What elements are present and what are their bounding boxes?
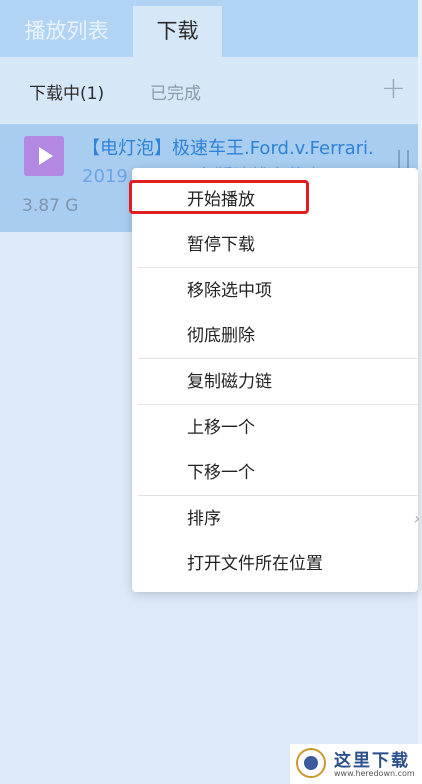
menu-item-pause-download[interactable]: 暂停下载 <box>132 223 418 267</box>
chevron-right-icon: › <box>413 509 420 528</box>
highlight-box <box>129 180 309 214</box>
menu-separator <box>138 267 418 268</box>
play-icon[interactable] <box>24 136 64 176</box>
item-size: 3.87 G <box>22 196 79 216</box>
subtab-downloading[interactable]: 下载中(1) <box>29 79 104 104</box>
watermark: 这里下载 www.heredown.com <box>290 744 422 784</box>
menu-item-move-down[interactable]: 下移一个 <box>132 451 418 495</box>
menu-item-copy-magnet[interactable]: 复制磁力链 <box>132 360 418 404</box>
menu-item-delete-completely[interactable]: 彻底删除 <box>132 314 418 358</box>
menu-item-open-folder[interactable]: 打开文件所在位置 <box>132 542 418 586</box>
download-subtabs: 下载中(1) 已完成 + <box>0 57 418 123</box>
watermark-url: www.heredown.com <box>334 769 415 778</box>
menu-separator <box>138 358 418 359</box>
subtab-completed[interactable]: 已完成 <box>150 79 201 104</box>
menu-item-move-up[interactable]: 上移一个 <box>132 406 418 450</box>
add-icon[interactable]: + <box>381 71 406 106</box>
menu-separator <box>138 495 418 496</box>
tab-bar: 播放列表 下载 <box>0 0 418 57</box>
menu-item-sort[interactable]: 排序 › <box>132 497 420 541</box>
tab-playlist[interactable]: 播放列表 <box>0 6 133 57</box>
item-title-line1: 【电灯泡】极速车王.Ford.v.Ferrari. <box>82 138 374 159</box>
menu-separator <box>138 404 418 405</box>
right-edge <box>418 0 422 784</box>
watermark-text: 这里下载 <box>334 751 410 771</box>
tab-download[interactable]: 下载 <box>133 6 222 57</box>
context-menu: 开始播放 暂停下载 移除选中项 彻底删除 复制磁力链 上移一个 下移一个 排序 ›… <box>132 168 420 592</box>
watermark-logo-icon <box>296 748 326 778</box>
menu-item-remove-selected[interactable]: 移除选中项 <box>132 269 418 313</box>
